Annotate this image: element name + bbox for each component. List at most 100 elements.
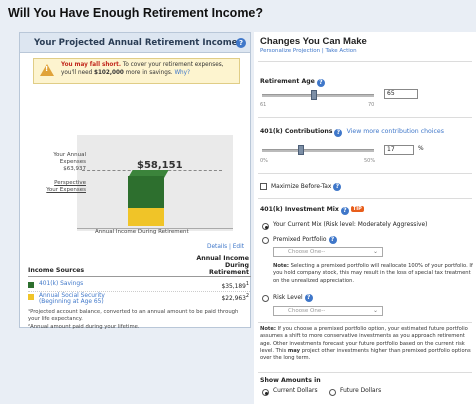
slider-min: 61	[260, 102, 267, 108]
retirement-age-text: Retirement Age	[260, 78, 315, 85]
tip-badge[interactable]: TIP	[350, 206, 364, 212]
retirement-age-thumb[interactable]	[311, 90, 317, 100]
premixed-placeholder: Choose One--	[288, 249, 326, 255]
investment-mix-text: 401(k) Investment Mix	[260, 206, 339, 213]
warning-line-2: you'll need $102,000 more in savings. Wh…	[61, 70, 235, 78]
note2-bold2: may	[287, 347, 301, 354]
footnote-1: ¹Projected account balance, converted to…	[28, 309, 239, 323]
divider	[258, 322, 472, 323]
chevron-down-icon: ⌄	[372, 307, 378, 314]
row-sup: 1	[245, 281, 249, 287]
goal-value: $63,937	[63, 165, 86, 172]
future-dollars-label: Future Dollars	[340, 388, 382, 394]
maximize-before-tax-label: Maximize Before-Tax?	[271, 183, 342, 191]
retirement-age-input[interactable]: 65	[384, 89, 418, 99]
changes-panel: Changes You Can Make Personalize Project…	[254, 32, 476, 404]
income-table-header: Income Sources Annual Income During Reti…	[28, 255, 251, 277]
help-icon[interactable]: ?	[333, 183, 342, 191]
goal-label-1: Your Annual	[53, 152, 86, 158]
premixed-portfolio-select[interactable]: Choose One-- ⌄	[273, 247, 383, 257]
perspective-1: Perspective	[54, 180, 86, 186]
col2-line3: Retirement	[209, 268, 249, 276]
contributions-thumb[interactable]	[298, 145, 304, 155]
page-title: Will You Have Enough Retirement Income?	[8, 6, 264, 20]
premixed-text: Premixed Portfolio	[273, 237, 327, 243]
panel-title: Your Projected Annual Retirement Income	[34, 38, 238, 48]
risk-level-text: Risk Level	[273, 295, 303, 301]
contributions-slider[interactable]	[262, 149, 374, 152]
risk-level-label: Risk Level?	[273, 294, 313, 302]
perspective-2: Your Expenses	[46, 186, 86, 193]
slider-max: 70	[368, 102, 375, 108]
risk-level-select[interactable]: Choose One-- ⌄	[273, 306, 383, 316]
divider	[258, 173, 472, 174]
details-link[interactable]: Details	[207, 244, 227, 250]
future-dollars-radio[interactable]	[329, 389, 336, 396]
col-annual-income: Annual Income During Retirement	[189, 255, 249, 277]
maximize-before-tax-checkbox[interactable]	[260, 183, 267, 190]
row-divider	[28, 291, 250, 292]
note2-bold1: Note:	[260, 326, 276, 332]
current-dollars-radio[interactable]	[262, 389, 269, 396]
help-icon[interactable]: ?	[328, 236, 337, 244]
help-icon[interactable]: ?	[340, 207, 349, 215]
row-sup: 2	[245, 293, 249, 299]
risk-level-radio[interactable]	[262, 295, 269, 302]
contributions-text: 401(k) Contributions	[260, 128, 333, 135]
legend-swatch	[28, 294, 34, 300]
changes-sub-links[interactable]: Personalize Projection | Take Action	[260, 48, 357, 54]
current-dollars-label: Current Dollars	[273, 388, 318, 394]
chart-x-label: Annual Income During Retirement	[95, 229, 189, 235]
divider	[258, 372, 472, 373]
bar-total-label: $58,151	[137, 160, 183, 171]
portfolio-note: Note: If you choose a premixed portfolio…	[260, 326, 474, 362]
premixed-portfolio-label: Premixed Portfolio?	[273, 236, 337, 244]
changes-title: Changes You Can Make	[260, 36, 367, 47]
warning-amount: $102,000	[94, 69, 124, 76]
edit-link[interactable]: Edit	[233, 244, 244, 250]
row-value: $22,9632	[222, 293, 249, 302]
why-link[interactable]: Why?	[174, 70, 190, 76]
premixed-portfolio-radio[interactable]	[262, 237, 269, 244]
contributions-input[interactable]: 17	[384, 145, 414, 155]
perspective-link[interactable]: Perspective Your Expenses	[42, 180, 86, 194]
warning-text-2a: you'll need	[61, 69, 93, 76]
contrib-min: 0%	[260, 158, 268, 164]
footnote-2: ²Annual amount paid during your lifetime…	[28, 324, 140, 330]
divider	[258, 198, 472, 199]
row-label[interactable]: 401(k) Savings	[39, 281, 83, 287]
help-icon[interactable]: ?	[316, 79, 325, 87]
expenses-label: Your Annual Expenses $63,937	[42, 152, 86, 172]
row-value-text: $35,189	[221, 283, 246, 290]
help-icon[interactable]: ?	[304, 294, 313, 302]
contributions-label: 401(k) Contributions? View more contribu…	[260, 128, 444, 137]
goal-label-2: Expenses	[59, 158, 86, 165]
row-label[interactable]: Annual Social Security (Beginning at Age …	[39, 293, 105, 305]
warning-line-1: You may fall short. To cover your retire…	[61, 62, 235, 70]
more-contribution-choices-link[interactable]: View more contribution choices	[347, 128, 444, 135]
current-mix-label: Your Current Mix (Risk level: Moderately…	[273, 222, 428, 228]
row-value: $35,1891	[222, 281, 249, 290]
help-icon[interactable]: ?	[334, 129, 343, 137]
maximize-text: Maximize Before-Tax	[271, 184, 332, 190]
warning-text-2b: more in savings.	[125, 69, 173, 76]
detail-links: Details | Edit	[207, 244, 244, 250]
retirement-age-slider[interactable]	[262, 94, 374, 97]
note-bold: Note:	[273, 263, 289, 269]
projected-income-panel: Your Projected Annual Retirement Income …	[19, 32, 251, 330]
divider	[258, 117, 472, 118]
panel-header: Your Projected Annual Retirement Income …	[20, 33, 250, 53]
show-amounts-label: Show Amounts in	[260, 377, 321, 384]
divider	[258, 61, 472, 62]
help-icon[interactable]: ?	[236, 38, 246, 48]
row-label-2: (Beginning at Age 65)	[39, 299, 104, 305]
col-income-sources: Income Sources	[28, 267, 85, 274]
current-mix-radio[interactable]	[262, 223, 269, 230]
risk-placeholder: Choose One--	[288, 308, 326, 314]
retirement-age-label: Retirement Age?	[260, 78, 325, 87]
warning-icon: !	[40, 64, 54, 76]
premixed-note: Note: Selecting a premixed portfolio wil…	[273, 263, 476, 285]
percent-unit: %	[418, 146, 424, 152]
bar-social-security	[128, 208, 164, 226]
chevron-down-icon: ⌄	[372, 248, 378, 255]
